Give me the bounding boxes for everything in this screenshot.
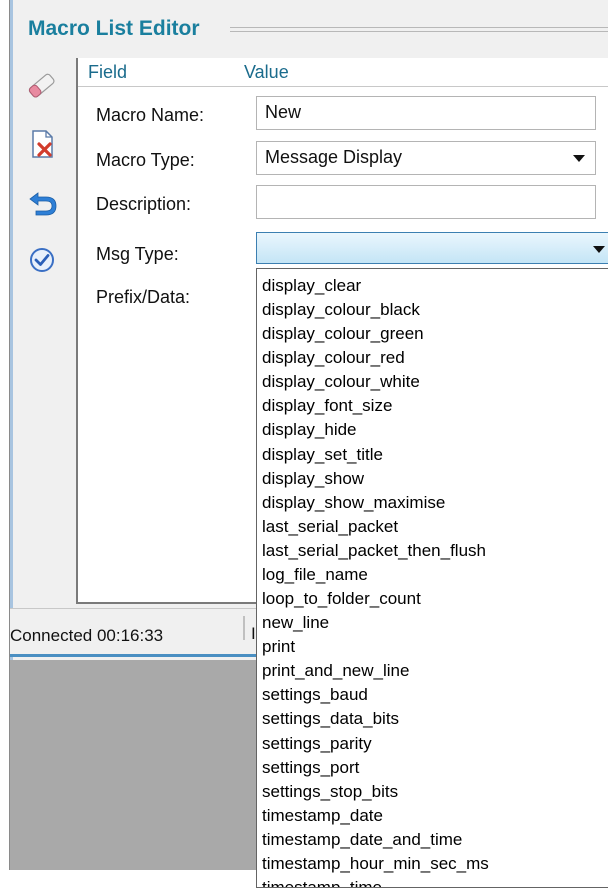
macro-type-value: Message Display [265,147,403,167]
group-title: Macro List Editor [28,14,204,44]
dropdown-option[interactable]: display_hide [262,419,357,441]
macro-type-select[interactable]: Message Display [256,141,596,175]
delete-document-icon[interactable] [24,126,60,162]
dropdown-option[interactable]: last_serial_packet [262,516,398,538]
dropdown-option[interactable]: display_colour_white [262,371,420,393]
dropdown-option[interactable]: display_set_title [262,444,383,466]
msg-type-select[interactable] [256,232,608,264]
dropdown-option[interactable]: display_clear [262,275,361,297]
dropdown-option[interactable]: timestamp_hour_min_sec_ms [262,853,489,875]
dropdown-option[interactable]: last_serial_packet_then_flush [262,540,486,562]
column-header-value[interactable]: Value [244,62,289,83]
grid-header: Field Value [78,58,608,87]
eraser-icon[interactable] [24,68,60,104]
dropdown-option[interactable]: display_show_maximise [262,492,445,514]
dropdown-option[interactable]: timestamp_date_and_time [262,829,462,851]
description-label: Description: [96,194,192,214]
dropdown-option[interactable]: display_colour_black [262,299,420,321]
dropdown-option[interactable]: new_line [262,612,329,634]
msg-type-dropdown-list[interactable]: display_clear display_colour_black display… [256,268,608,888]
dropdown-option[interactable]: print [262,636,295,658]
dropdown-option[interactable]: settings_parity [262,733,372,755]
outer-stripe [0,0,9,870]
status-separator [243,616,245,640]
chevron-down-icon [593,246,605,253]
dropdown-option[interactable]: display_colour_red [262,347,405,369]
dropdown-option[interactable]: settings_baud [262,684,368,706]
dropdown-option[interactable]: timestamp_time [262,877,382,887]
dropdown-option[interactable]: print_and_new_line [262,660,409,682]
dropdown-option[interactable]: settings_port [262,757,359,779]
msg-type-label: Msg Type: [96,244,179,264]
group-divider [230,27,608,28]
macro-name-label: Macro Name: [96,105,205,125]
dropdown-option[interactable]: display_show [262,468,364,490]
dropdown-option[interactable]: settings_data_bits [262,708,399,730]
macro-type-label: Macro Type: [96,150,195,170]
check-icon[interactable] [24,242,60,278]
dropdown-option[interactable]: log_file_name [262,564,368,586]
chevron-down-icon [573,155,585,162]
dropdown-option[interactable]: timestamp_date [262,805,383,827]
dropdown-option[interactable]: display_colour_green [262,323,424,345]
description-input[interactable] [256,185,596,219]
dropdown-option[interactable]: display_font_size [262,395,392,417]
prefix-data-label: Prefix/Data: [96,287,191,307]
connection-status: Connected 00:16:33 [10,626,164,645]
macro-name-input[interactable]: New [256,96,596,130]
dropdown-option[interactable]: loop_to_folder_count [262,588,421,610]
dropdown-option[interactable]: settings_stop_bits [262,781,398,803]
group-divider [230,31,608,32]
column-header-field[interactable]: Field [88,62,127,83]
undo-icon[interactable] [24,184,60,220]
